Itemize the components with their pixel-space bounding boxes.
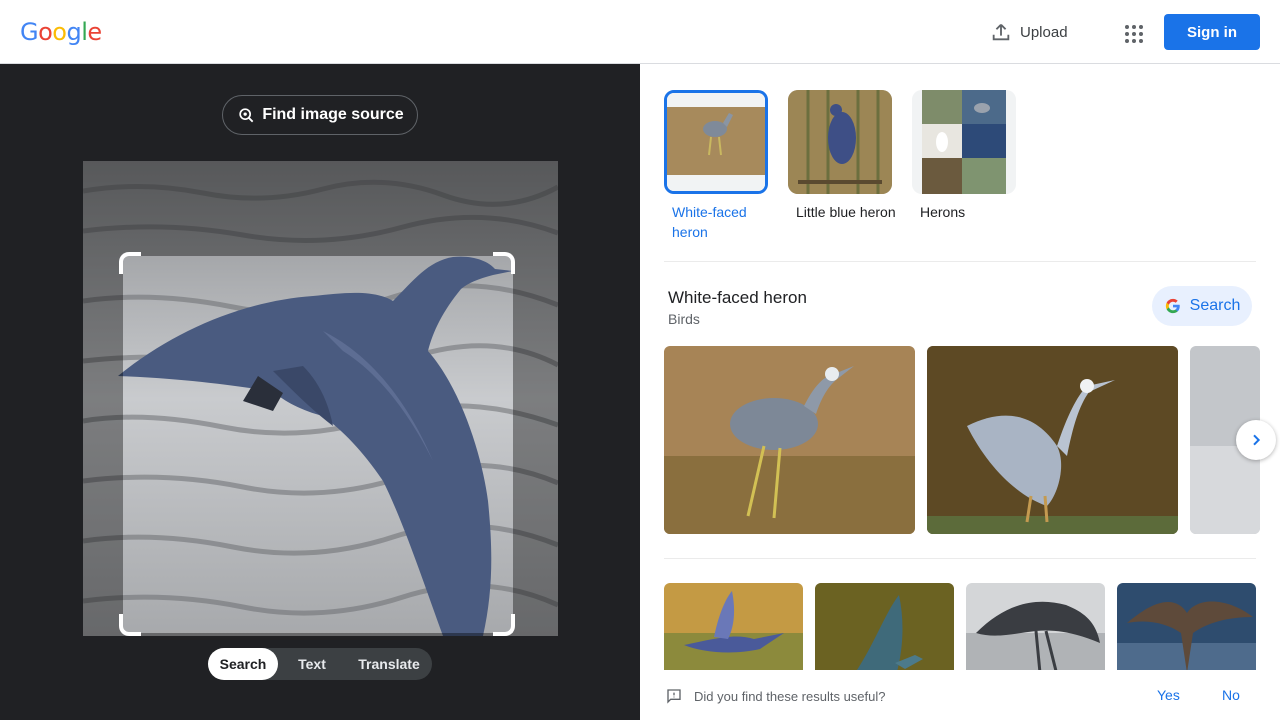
upload-label: Upload xyxy=(1020,23,1068,41)
upload-icon xyxy=(992,24,1010,41)
upload-button[interactable]: Upload xyxy=(990,18,1068,46)
mode-translate-tab[interactable]: Translate xyxy=(346,648,432,680)
logo-letter: o xyxy=(52,18,67,46)
apps-grid-icon[interactable] xyxy=(1118,18,1146,46)
lens-search-icon xyxy=(239,108,254,123)
results-panel: White-faced heron Little blue heron Hero… xyxy=(640,64,1280,720)
chip-label: Herons xyxy=(920,204,966,220)
heron-photo xyxy=(83,161,558,636)
entity-title: White-faced heron xyxy=(668,288,807,307)
lens-mode-switcher: Search Text Translate xyxy=(208,648,432,680)
mode-search-tab[interactable]: Search xyxy=(208,648,278,680)
logo-letter: o xyxy=(38,18,53,46)
entity-category: Birds xyxy=(668,311,700,327)
result-image-tile[interactable] xyxy=(815,583,954,683)
carousel-next-button[interactable] xyxy=(1236,420,1276,460)
chip-herons[interactable]: Herons xyxy=(912,90,1020,242)
result-image-tile[interactable] xyxy=(966,583,1105,683)
result-image-tile[interactable] xyxy=(664,346,915,534)
logo-letter: g xyxy=(66,18,82,46)
chip-little-blue-heron[interactable]: Little blue heron xyxy=(788,90,896,242)
result-image-tile[interactable] xyxy=(927,346,1178,534)
google-g-icon xyxy=(1165,298,1180,314)
search-button-label: Search xyxy=(1189,297,1241,314)
feedback-question: Did you find these results useful? xyxy=(694,689,886,704)
divider xyxy=(664,558,1256,559)
chip-thumbnail xyxy=(912,90,1016,194)
chip-thumbnail xyxy=(788,90,892,194)
logo-letter: G xyxy=(20,18,39,46)
find-image-source-button[interactable]: Find image source xyxy=(222,95,418,135)
chip-label: White-faced heron xyxy=(672,204,747,240)
refinement-chips: White-faced heron Little blue heron Hero… xyxy=(664,90,1020,242)
lens-image-panel: Find image source Search Text Translate xyxy=(0,64,640,720)
google-search-button[interactable]: Search xyxy=(1152,286,1252,326)
result-image-tile[interactable] xyxy=(664,583,803,683)
feedback-bar: Did you find these results useful? Yes N… xyxy=(640,670,1280,720)
top-bar: Google Upload Sign in xyxy=(0,0,1280,64)
chip-thumbnail xyxy=(664,90,768,194)
divider xyxy=(664,261,1256,262)
chip-white-faced-heron[interactable]: White-faced heron xyxy=(664,90,772,242)
find-image-source-label: Find image source xyxy=(262,106,404,123)
google-logo[interactable]: Google xyxy=(20,18,102,46)
chip-label: Little blue heron xyxy=(796,204,896,220)
result-image-tile[interactable] xyxy=(1117,583,1256,683)
query-image[interactable] xyxy=(83,161,558,636)
chevron-right-icon xyxy=(1253,434,1261,446)
feedback-icon xyxy=(667,689,681,704)
feedback-no-button[interactable]: No xyxy=(1222,687,1240,703)
feedback-yes-button[interactable]: Yes xyxy=(1157,687,1180,703)
logo-letter: e xyxy=(87,18,102,46)
sign-in-button[interactable]: Sign in xyxy=(1164,14,1260,50)
mode-text-tab[interactable]: Text xyxy=(278,648,346,680)
